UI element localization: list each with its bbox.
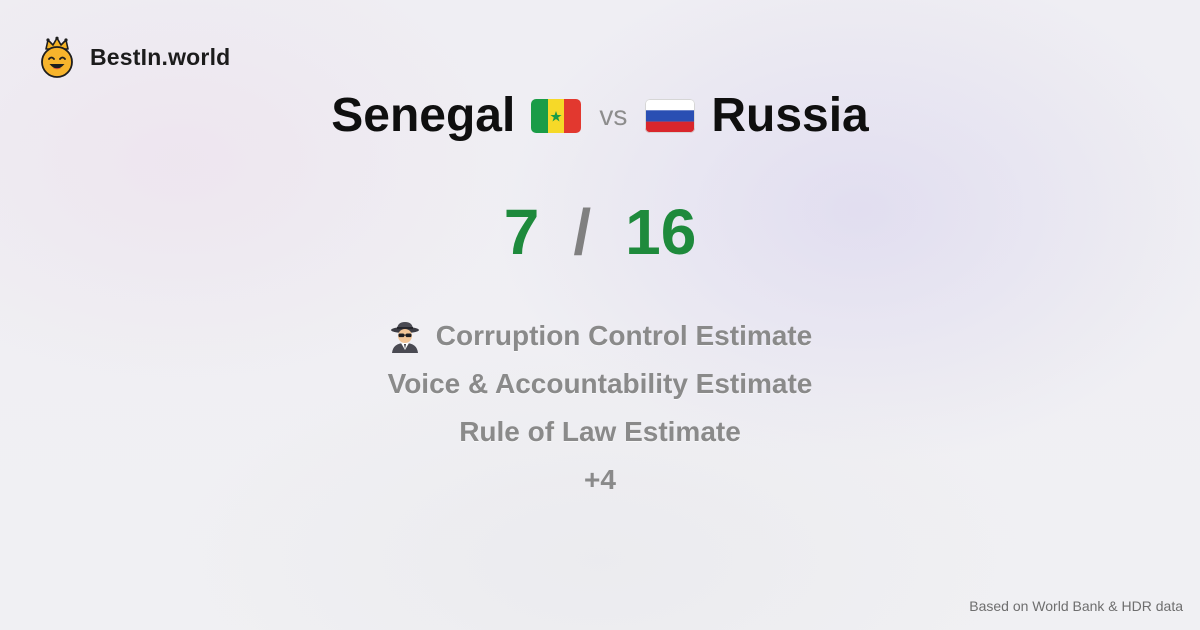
more-metrics-count: +4: [584, 464, 616, 495]
left-country-name: Senegal: [331, 89, 516, 142]
metric-label: Rule of Law Estimate: [459, 416, 741, 447]
russia-flag-icon: [645, 99, 696, 133]
score-separator: /: [573, 196, 592, 268]
right-country-name: Russia: [711, 89, 869, 142]
list-item: Rule of Law Estimate: [459, 408, 741, 456]
score-display: 7 / 16: [0, 192, 1200, 272]
brand-name: BestIn.world: [90, 43, 231, 70]
senegal-flag-icon: [531, 99, 582, 133]
metric-label: Corruption Control Estimate: [435, 320, 813, 351]
metric-label: Voice & Accountability Estimate: [387, 368, 813, 399]
left-score: 7: [503, 196, 540, 268]
comparison-title: Senegal vs Russia: [0, 84, 1200, 148]
list-item: Corruption Control Estimate: [388, 312, 812, 360]
brand[interactable]: BestIn.world: [38, 36, 230, 78]
list-item: Voice & Accountability Estimate: [388, 360, 813, 408]
right-score: 16: [625, 196, 697, 268]
data-source-note: Based on World Bank & HDR data: [969, 598, 1183, 614]
detective-icon: [390, 322, 419, 353]
crowned-smiley-icon: [41, 36, 73, 78]
vs-label: vs: [599, 100, 628, 131]
metrics-list: Corruption Control Estimate Voice & Acco…: [0, 312, 1200, 504]
